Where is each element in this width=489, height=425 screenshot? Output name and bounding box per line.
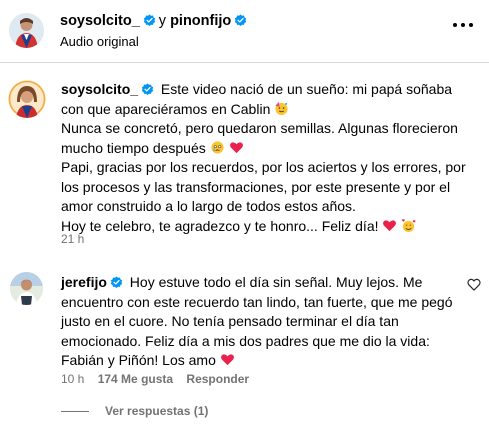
verified-badge-icon <box>141 83 154 95</box>
header-divider <box>0 62 489 63</box>
comment-text: jerefijo Hoy estuve todo el día sin seña… <box>61 273 459 371</box>
more-horizontal-icon[interactable] <box>453 16 473 34</box>
caption-avatar[interactable] <box>8 80 46 118</box>
view-replies-label: Ver respuestas (1) <box>105 404 209 418</box>
comment-username[interactable]: jerefijo <box>61 274 107 290</box>
audio-label[interactable]: Audio original <box>60 34 139 49</box>
like-heart-icon[interactable] <box>467 278 481 291</box>
comment-time: 10 h <box>61 372 85 386</box>
party-face-emoji-icon <box>275 101 288 115</box>
post-header: soysolcito_ y pinonfijo Audio original <box>0 0 489 62</box>
verified-badge-icon <box>110 276 123 288</box>
header-separator: y <box>158 13 167 29</box>
caption-username[interactable]: soysolcito_ <box>61 81 138 97</box>
caption-line4: Hoy te celebro, te agradezco y te honro.… <box>61 217 379 234</box>
verified-badge-icon <box>143 14 155 26</box>
heart-emoji-icon <box>383 219 397 231</box>
comment-avatar[interactable] <box>10 272 43 305</box>
verified-badge-icon <box>235 14 247 26</box>
teary-face-emoji-icon <box>211 140 224 154</box>
replies-line <box>61 410 89 412</box>
header-user1[interactable]: soysolcito_ <box>60 13 140 29</box>
heart-emoji-icon <box>229 141 243 153</box>
view-replies-button[interactable]: Ver respuestas (1) <box>61 403 208 419</box>
caption-text: soysolcito_ Este video nació de un sueño… <box>61 80 471 236</box>
heart-emoji-icon <box>220 354 234 366</box>
caption-time: 21 h <box>61 232 85 246</box>
comment-meta: 10 h 174 Me gusta Responder <box>61 372 249 386</box>
header-avatar[interactable] <box>9 13 44 48</box>
reply-button[interactable]: Responder <box>186 372 249 386</box>
smiling-hearts-emoji-icon <box>402 218 416 232</box>
header-user2[interactable]: pinonfijo <box>170 13 231 29</box>
comment-likes[interactable]: 174 Me gusta <box>98 372 173 386</box>
header-usernames: soysolcito_ y pinonfijo <box>60 12 250 30</box>
caption-line2: Nunca se concretó, pero quedaron semilla… <box>61 120 458 156</box>
caption-line3: Papi, gracias por los recuerdos, por los… <box>61 159 466 214</box>
